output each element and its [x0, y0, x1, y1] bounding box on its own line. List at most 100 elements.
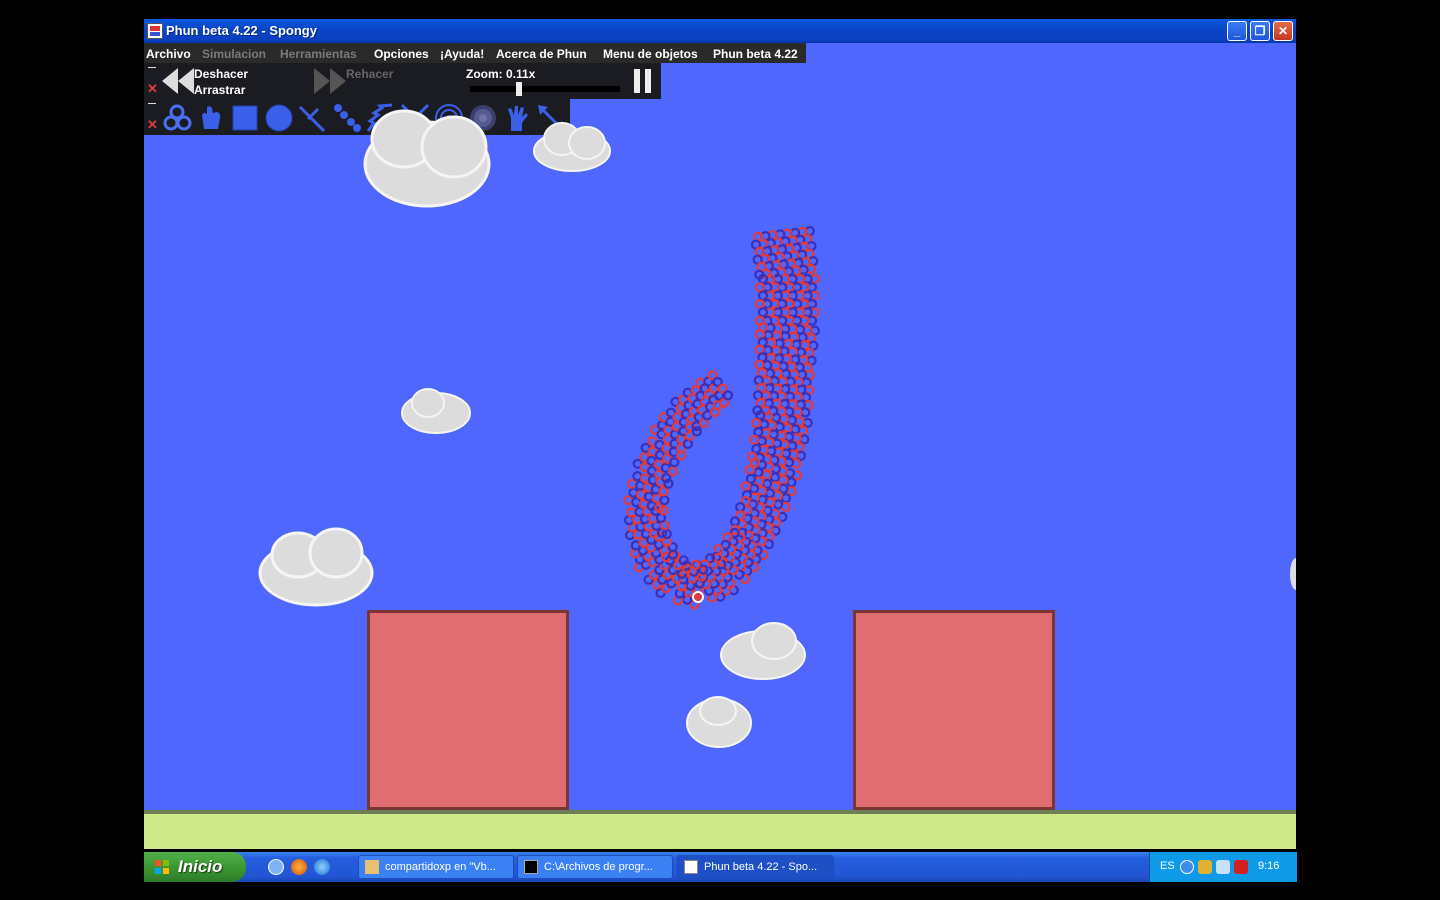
phun-task-icon — [684, 860, 698, 874]
cloud — [720, 622, 806, 680]
close-button[interactable]: ✕ — [1273, 21, 1293, 41]
quicklaunch-ie-icon[interactable] — [314, 859, 330, 875]
menu-phun-version[interactable]: Phun beta 4.22 — [713, 47, 798, 61]
cloud — [401, 388, 471, 434]
system-tray: ES 9:16 — [1149, 852, 1297, 882]
menu-herramientas[interactable]: Herramientas — [280, 47, 357, 61]
taskbar: Inicio compartidoxp en "Vb... C:\Archivo… — [144, 852, 1297, 882]
sponge-particle — [754, 359, 765, 370]
task-label: compartidoxp en "Vb... — [385, 861, 496, 873]
quicklaunch-desktop-icon[interactable] — [268, 859, 284, 875]
cloud — [258, 527, 374, 607]
task-label: Phun beta 4.22 - Spo... — [704, 861, 818, 873]
grab-hand-tool-icon[interactable] — [502, 103, 532, 133]
sponge-particle — [784, 406, 795, 417]
red-box-left[interactable] — [367, 610, 569, 810]
sponge-particle — [786, 486, 797, 497]
sponge-particle — [769, 472, 780, 483]
sponge-particle — [634, 506, 645, 517]
antivirus-icon[interactable] — [1234, 860, 1248, 874]
redo-icon[interactable] — [314, 68, 346, 94]
phun-app-icon — [147, 23, 163, 39]
collapse-toolbar-handle[interactable] — [148, 67, 156, 68]
sponge-particle — [658, 486, 669, 497]
sponge-particle — [786, 477, 797, 488]
quicklaunch-firefox-icon[interactable] — [291, 859, 307, 875]
sponge-particle — [740, 481, 752, 492]
redo-button[interactable]: Rehacer — [346, 67, 393, 81]
tray-arrow-icon[interactable] — [1180, 860, 1194, 874]
sponge-particle — [794, 416, 805, 427]
task-label: C:\Archivos de progr... — [544, 861, 653, 873]
close-palette-button[interactable]: ✕ — [147, 117, 158, 133]
sponge-particle — [800, 407, 811, 418]
box-tool-icon[interactable] — [230, 103, 260, 133]
sponge-particle — [772, 490, 783, 501]
console-icon — [524, 860, 538, 874]
zoom-slider-track[interactable] — [470, 82, 620, 96]
menu-archivo[interactable]: Archivo — [146, 47, 191, 61]
sponge-particle — [774, 421, 785, 432]
window-title: Phun beta 4.22 - Spongy — [166, 23, 317, 38]
cloud — [1290, 558, 1296, 590]
sponge-particle — [778, 474, 789, 485]
fixate-tool-icon[interactable] — [298, 103, 328, 133]
start-button[interactable]: Inicio — [144, 852, 246, 882]
language-indicator[interactable]: ES — [1160, 860, 1175, 872]
chain-tool-icon[interactable] — [332, 103, 362, 133]
menu-menu-de-objetos[interactable]: Menu de objetos — [603, 47, 698, 61]
sponge-particle — [722, 390, 734, 401]
task-phun[interactable]: Phun beta 4.22 - Spo... — [677, 855, 834, 879]
selected-particle-marker[interactable] — [692, 591, 704, 603]
windows-logo-icon — [155, 860, 169, 874]
restore-button[interactable]: ❐ — [1250, 21, 1270, 41]
menu-ayuda[interactable]: ¡Ayuda! — [440, 47, 484, 61]
sponge-particle — [782, 423, 793, 434]
spongy-object[interactable] — [614, 189, 834, 619]
menu-acerca-de-phun[interactable]: Acerca de Phun — [496, 47, 587, 61]
sponge-particle — [766, 420, 777, 431]
sponge-particle — [630, 548, 641, 559]
sponge-particle — [792, 407, 803, 418]
zoom-label: Zoom: 0.11x — [466, 67, 536, 81]
hand-drag-tool-icon[interactable] — [196, 103, 226, 133]
cloud — [533, 122, 611, 172]
spongy-chain-tool-icon[interactable] — [162, 103, 192, 133]
undo-button[interactable]: Deshacer — [194, 67, 248, 81]
history-toolbar: ✕ Deshacer Arrastrar Rehacer Zoom: 0.11x — [144, 63, 661, 99]
sponge-particle — [735, 502, 746, 513]
sponge-particle — [744, 464, 756, 475]
sponge-particle — [778, 413, 790, 425]
zoom-slider-thumb[interactable] — [516, 82, 522, 96]
sponge-particle — [751, 418, 762, 429]
menu-simulacion[interactable]: Simulacion — [202, 47, 266, 61]
network-folder-icon — [365, 860, 379, 874]
task-compartidoxp[interactable]: compartidoxp en "Vb... — [358, 855, 514, 879]
sponge-particle — [759, 419, 770, 430]
minimize-button[interactable]: _ — [1227, 21, 1247, 41]
start-label: Inicio — [178, 857, 223, 876]
collapse-palette-handle[interactable] — [148, 103, 156, 104]
network-icon[interactable] — [1216, 860, 1230, 874]
sponge-particle — [764, 488, 775, 499]
cloud — [363, 109, 491, 208]
red-box-right[interactable] — [853, 610, 1055, 810]
phun-window: Phun beta 4.22 - Spongy _ ❐ ✕ Archivo Si… — [144, 19, 1296, 849]
sponge-particle — [790, 424, 801, 435]
sponge-particle — [748, 483, 760, 494]
security-shield-icon[interactable] — [1198, 860, 1212, 874]
title-bar[interactable]: Phun beta 4.22 - Spongy _ ❐ ✕ — [144, 19, 1296, 43]
task-command-prompt[interactable]: C:\Archivos de progr... — [517, 855, 673, 879]
close-toolbar-button[interactable]: ✕ — [147, 81, 158, 97]
pause-icon[interactable] — [632, 69, 654, 93]
menu-opciones[interactable]: Opciones — [374, 47, 429, 61]
tool-palette: ✕ — [144, 99, 570, 135]
clock: 9:16 — [1258, 860, 1280, 872]
ground — [144, 810, 1296, 849]
sponge-particle — [756, 485, 767, 496]
circle-tool-icon[interactable] — [264, 103, 294, 133]
undo-icon[interactable] — [162, 68, 194, 94]
sponge-particle — [659, 495, 670, 506]
sponge-particle — [669, 457, 680, 468]
cloud — [686, 696, 752, 748]
